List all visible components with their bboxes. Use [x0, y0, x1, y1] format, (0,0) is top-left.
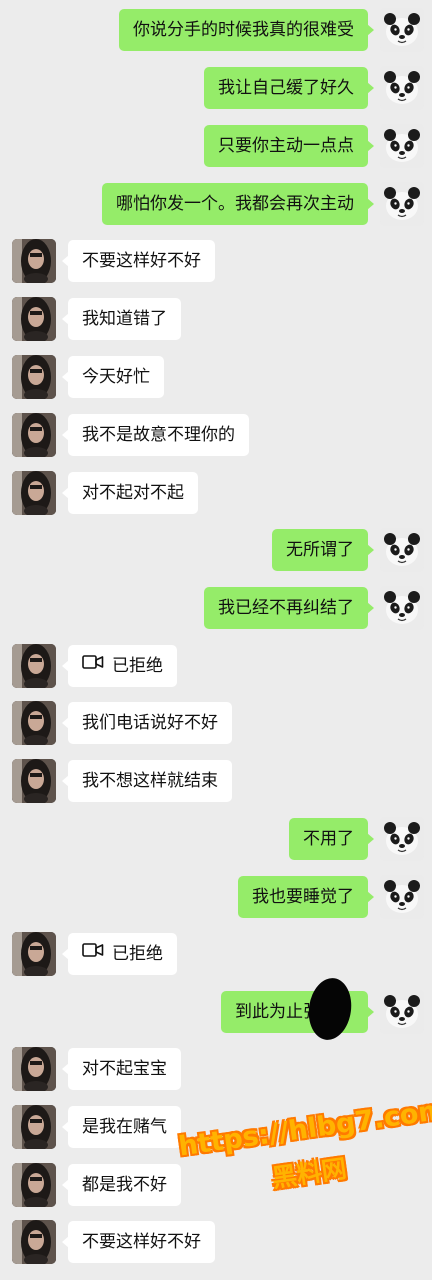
- received-message-bubble[interactable]: 我们电话说好不好: [62, 702, 232, 744]
- received-message-bubble[interactable]: 已拒绝: [62, 932, 177, 975]
- message-row-received: 是我在赌气: [0, 1105, 432, 1151]
- contact-avatar[interactable]: [12, 471, 56, 515]
- contact-avatar[interactable]: [12, 297, 56, 341]
- contact-avatar[interactable]: [12, 1163, 56, 1207]
- panda-avatar[interactable]: [380, 124, 424, 168]
- panda-avatar[interactable]: [380, 875, 424, 919]
- message-text: 我知道错了: [82, 309, 167, 329]
- message-row-sent: 我让自己缓了好久: [0, 66, 432, 112]
- message-text: 不用了: [303, 829, 354, 849]
- contact-avatar[interactable]: [12, 355, 56, 399]
- message-text: 今天好忙: [82, 367, 150, 387]
- panda-avatar[interactable]: [380, 817, 424, 861]
- message-row-received: 不要这样好不好: [0, 239, 432, 285]
- sent-message-bubble[interactable]: 不用了: [289, 818, 374, 860]
- message-row-received: 我不是故意不理你的: [0, 413, 432, 459]
- message-text: 对不起宝宝: [82, 1059, 167, 1079]
- message-row-received: 不要这样好不好: [0, 1220, 432, 1266]
- contact-avatar[interactable]: [12, 701, 56, 745]
- message-row-sent: 只要你主动一点点: [0, 124, 432, 170]
- sent-message-bubble[interactable]: 哪怕你发一个。我都会再次主动: [102, 183, 374, 225]
- sent-message-bubble[interactable]: 你说分手的时候我真的很难受: [119, 9, 374, 51]
- chat-message-list[interactable]: 你说分手的时候我真的很难受我让自己缓了好久 只要你主动一点点哪怕你发一个。我都会再…: [0, 0, 432, 1280]
- message-text: 已拒绝: [112, 944, 163, 964]
- received-message-bubble[interactable]: 不要这样好不好: [62, 240, 215, 282]
- message-text: 无所谓了: [286, 540, 354, 560]
- panda-avatar[interactable]: [380, 990, 424, 1034]
- sent-message-bubble[interactable]: 我已经不再纠结了: [204, 587, 374, 629]
- video-call-icon: [82, 644, 104, 686]
- message-row-sent: 我也要睡觉了: [0, 875, 432, 921]
- panda-avatar[interactable]: [380, 528, 424, 572]
- contact-avatar[interactable]: [12, 239, 56, 283]
- contact-avatar[interactable]: [12, 413, 56, 457]
- panda-avatar[interactable]: [380, 586, 424, 630]
- message-row-received: 我们电话说好不好: [0, 701, 432, 747]
- message-row-received: 已拒绝: [0, 644, 432, 690]
- sent-message-bubble[interactable]: 无所谓了: [272, 529, 374, 571]
- message-text: 都是我不好: [82, 1175, 167, 1195]
- message-row-received: 我知道错了: [0, 297, 432, 343]
- received-message-bubble[interactable]: 都是我不好: [62, 1164, 181, 1206]
- contact-avatar[interactable]: [12, 932, 56, 976]
- message-text: 我们电话说好不好: [82, 713, 218, 733]
- message-row-sent: 你说分手的时候我真的很难受: [0, 8, 432, 54]
- message-text: 我已经不再纠结了: [218, 598, 354, 618]
- message-row-sent: 不用了: [0, 817, 432, 863]
- received-message-bubble[interactable]: 是我在赌气: [62, 1106, 181, 1148]
- received-message-bubble[interactable]: 不要这样好不好: [62, 1221, 215, 1263]
- message-text: 只要你主动一点点: [218, 136, 354, 156]
- panda-avatar[interactable]: [380, 8, 424, 52]
- contact-avatar[interactable]: [12, 644, 56, 688]
- sent-message-bubble[interactable]: 我也要睡觉了: [238, 876, 374, 918]
- received-message-bubble[interactable]: 已拒绝: [62, 644, 177, 687]
- received-message-bubble[interactable]: 我不想这样就结束: [62, 760, 232, 802]
- message-row-sent: 我已经不再纠结了: [0, 586, 432, 632]
- message-row-received: 今天好忙: [0, 355, 432, 401]
- message-row-received: 对不起宝宝: [0, 1047, 432, 1093]
- contact-avatar[interactable]: [12, 759, 56, 803]
- message-text: 已拒绝: [112, 656, 163, 676]
- message-text: 是我在赌气: [82, 1117, 167, 1137]
- message-text: 我不是故意不理你的: [82, 425, 235, 445]
- received-message-bubble[interactable]: 对不起宝宝: [62, 1048, 181, 1090]
- received-message-bubble[interactable]: 今天好忙: [62, 356, 164, 398]
- message-text: 不要这样好不好: [82, 1232, 201, 1252]
- message-text: 到此为止张: [235, 1002, 320, 1022]
- message-row-sent: 哪怕你发一个。我都会再次主动: [0, 182, 432, 228]
- panda-avatar[interactable]: [380, 66, 424, 110]
- message-text: 我不想这样就结束: [82, 771, 218, 791]
- message-row-received: 我不想这样就结束: [0, 759, 432, 805]
- received-message-bubble[interactable]: 我不是故意不理你的: [62, 414, 249, 456]
- video-call-icon: [82, 932, 104, 974]
- message-text: 不要这样好不好: [82, 251, 201, 271]
- panda-avatar[interactable]: [380, 182, 424, 226]
- sent-message-bubble[interactable]: 只要你主动一点点: [204, 125, 374, 167]
- message-row-received: 已拒绝: [0, 932, 432, 978]
- message-row-sent: 无所谓了: [0, 528, 432, 574]
- received-message-bubble[interactable]: 我知道错了: [62, 298, 181, 340]
- message-text: 我让自己缓了好久: [218, 78, 354, 98]
- message-text: 对不起对不起: [82, 483, 184, 503]
- received-message-bubble[interactable]: 对不起对不起: [62, 472, 198, 514]
- contact-avatar[interactable]: [12, 1220, 56, 1264]
- message-text: 你说分手的时候我真的很难受: [133, 20, 354, 40]
- contact-avatar[interactable]: [12, 1105, 56, 1149]
- message-text: 哪怕你发一个。我都会再次主动: [116, 194, 354, 214]
- contact-avatar[interactable]: [12, 1047, 56, 1091]
- message-text: 我也要睡觉了: [252, 887, 354, 907]
- message-row-received: 对不起对不起: [0, 471, 432, 517]
- message-row-received: 都是我不好: [0, 1163, 432, 1209]
- sent-message-bubble[interactable]: 我让自己缓了好久: [204, 67, 374, 109]
- message-row-sent: 到此为止张: [0, 990, 432, 1036]
